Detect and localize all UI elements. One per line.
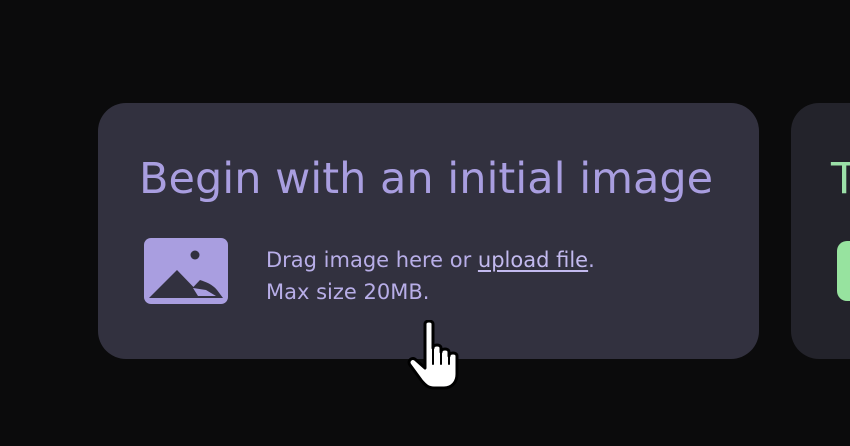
drop-instructions: Drag image here or upload file. Max size… xyxy=(266,244,595,308)
next-card[interactable]: T xyxy=(791,103,850,359)
drop-prefix: Drag image here or xyxy=(266,248,478,272)
next-card-title: T xyxy=(831,154,850,204)
card-title: Begin with an initial image xyxy=(139,154,714,204)
upload-file-link[interactable]: upload file xyxy=(478,248,588,272)
max-size-note: Max size 20MB. xyxy=(266,280,430,304)
image-icon xyxy=(144,238,228,304)
next-card-button[interactable] xyxy=(837,241,850,301)
image-upload-card[interactable]: Begin with an initial image Drag image h… xyxy=(98,103,759,359)
page: Begin with an initial image Drag image h… xyxy=(0,0,850,446)
drop-line: Drag image here or upload file. xyxy=(266,244,595,276)
drop-suffix: . xyxy=(588,248,595,272)
